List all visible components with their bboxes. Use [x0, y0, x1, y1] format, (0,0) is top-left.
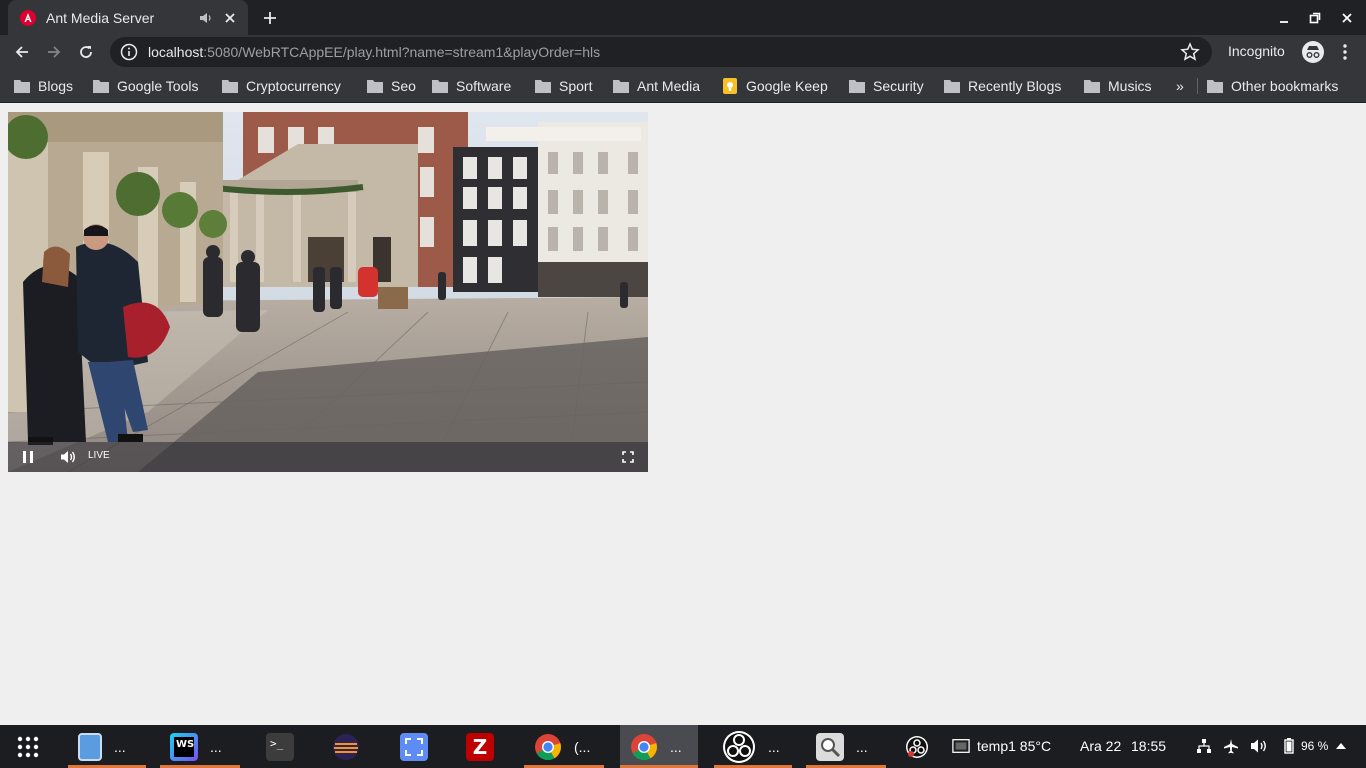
tray-expand-icon[interactable]	[1332, 737, 1350, 755]
terminal-icon: >_	[266, 732, 294, 761]
bookmark-blogs[interactable]: Blogs	[14, 75, 73, 97]
folder-icon	[849, 80, 865, 93]
bookmarks-divider	[1197, 78, 1198, 94]
chrome-icon	[631, 733, 657, 760]
incognito-icon[interactable]	[1302, 41, 1324, 63]
folder-icon	[432, 80, 448, 93]
bookmarks-bar: Blogs Google Tools Cryptocurrency Seo So…	[0, 69, 1366, 103]
volume-icon[interactable]	[60, 449, 76, 465]
folder-icon	[1084, 80, 1100, 93]
airplane-mode-icon[interactable]	[1222, 737, 1240, 755]
pause-icon[interactable]	[20, 449, 36, 465]
battery-icon[interactable]	[1280, 737, 1298, 755]
taskbar-chrome[interactable]: (...	[524, 725, 604, 768]
bookmark-sport[interactable]: Sport	[535, 75, 592, 97]
kebab-menu-icon[interactable]	[1336, 41, 1354, 63]
date-readout[interactable]: Ara 22	[1080, 738, 1121, 754]
video-controls-bar: LIVE	[8, 442, 648, 472]
browser-tab-active[interactable]: Ant Media Server	[8, 0, 248, 35]
taskbar-image-viewer[interactable]: ...	[806, 725, 886, 768]
bookmarks-overflow-button[interactable]: »	[1176, 75, 1184, 97]
tab-title: Ant Media Server	[46, 9, 155, 26]
clock[interactable]: 18:55	[1131, 738, 1166, 754]
folder-icon	[222, 80, 238, 93]
taskbar-eclipse[interactable]	[332, 725, 368, 768]
minimize-icon[interactable]	[1272, 6, 1296, 30]
system-taskbar: ... WS ... >_ Z (... ... ... ... temp1 8…	[0, 725, 1366, 768]
folder-icon	[93, 80, 109, 93]
folder-icon	[1207, 80, 1223, 93]
bookmark-star-icon[interactable]	[1180, 42, 1200, 62]
bookmark-musics[interactable]: Musics	[1084, 75, 1152, 97]
close-tab-icon[interactable]	[220, 8, 240, 28]
taskbar-chrome-incognito[interactable]: ...	[620, 725, 698, 768]
folder-icon	[535, 80, 551, 93]
volume-tray-icon[interactable]	[1250, 737, 1268, 755]
folder-icon	[613, 80, 629, 93]
webstorm-icon: WS	[170, 732, 198, 761]
screenshot-icon	[400, 732, 428, 761]
network-icon[interactable]	[1195, 737, 1213, 755]
bookmark-ant-media[interactable]: Ant Media	[613, 75, 700, 97]
close-window-icon[interactable]	[1335, 6, 1359, 30]
bookmark-recently-blogs[interactable]: Recently Blogs	[944, 75, 1061, 97]
google-keep-icon	[723, 78, 737, 94]
battery-percentage[interactable]: 96 %	[1301, 739, 1328, 753]
video-frame	[8, 112, 648, 472]
url-text[interactable]: localhost:5080/WebRTCAppEE/play.html?nam…	[148, 44, 600, 60]
bookmark-software[interactable]: Software	[432, 75, 511, 97]
folder-icon	[367, 80, 383, 93]
tab-strip: Ant Media Server	[0, 0, 1366, 35]
other-bookmarks[interactable]: Other bookmarks	[1207, 75, 1338, 97]
fullscreen-icon[interactable]	[620, 449, 636, 465]
folder-icon	[14, 80, 30, 93]
taskbar-obs-studio[interactable]: ...	[714, 725, 792, 768]
live-indicator: LIVE	[88, 450, 110, 461]
cpu-icon	[952, 737, 970, 755]
file-manager-icon	[78, 732, 102, 761]
bookmark-google-tools[interactable]: Google Tools	[93, 75, 198, 97]
chrome-icon	[535, 733, 561, 760]
browser-toolbar: localhost:5080/WebRTCAppEE/play.html?nam…	[0, 35, 1366, 69]
address-bar[interactable]: localhost:5080/WebRTCAppEE/play.html?nam…	[110, 37, 1212, 67]
filezilla-icon: Z	[466, 732, 494, 761]
bookmark-google-keep[interactable]: Google Keep	[722, 75, 828, 97]
obs-tray-icon[interactable]	[905, 735, 929, 759]
bookmark-cryptocurrency[interactable]: Cryptocurrency	[222, 75, 341, 97]
speaker-icon[interactable]	[198, 10, 214, 26]
taskbar-filezilla[interactable]: Z	[466, 725, 502, 768]
reload-icon[interactable]	[74, 40, 98, 64]
bookmark-security[interactable]: Security	[849, 75, 924, 97]
info-icon[interactable]	[120, 43, 138, 61]
eclipse-icon	[333, 733, 359, 760]
folder-icon	[944, 80, 960, 93]
taskbar-terminal[interactable]: >_	[266, 725, 302, 768]
obs-icon	[723, 730, 755, 763]
taskbar-file-manager[interactable]: ...	[68, 725, 146, 768]
app-grid-icon[interactable]	[16, 725, 40, 768]
forward-icon[interactable]	[42, 40, 66, 64]
new-tab-button[interactable]	[258, 6, 282, 30]
video-player[interactable]: LIVE	[8, 112, 648, 472]
incognito-label[interactable]: Incognito	[1228, 43, 1285, 59]
image-viewer-icon	[816, 732, 844, 761]
back-icon[interactable]	[10, 40, 34, 64]
angular-icon	[20, 9, 36, 26]
taskbar-webstorm[interactable]: WS ...	[160, 725, 240, 768]
restore-icon[interactable]	[1303, 6, 1327, 30]
temperature-readout[interactable]: temp1 85°C	[977, 738, 1051, 754]
taskbar-screenshot-tool[interactable]	[400, 725, 436, 768]
bookmark-seo[interactable]: Seo	[367, 75, 416, 97]
